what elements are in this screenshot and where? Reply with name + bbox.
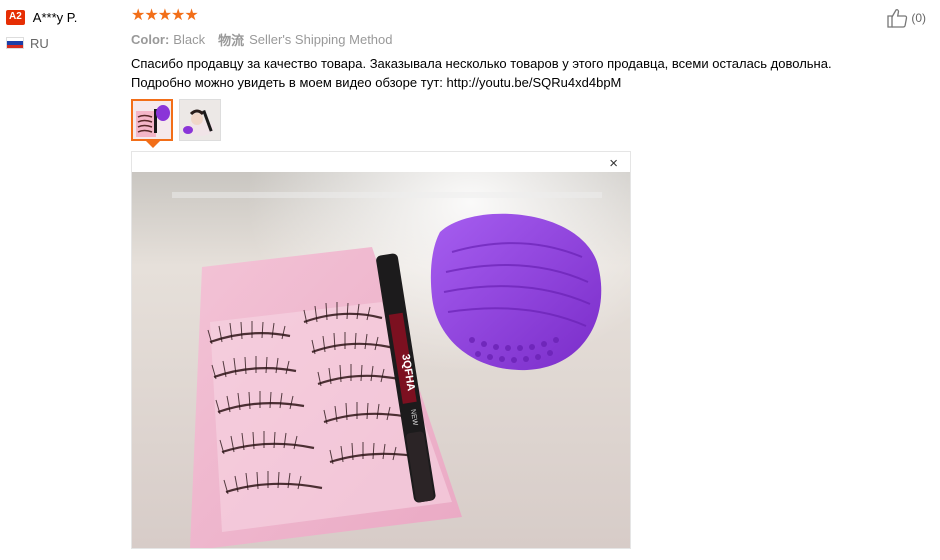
country-code: RU <box>30 35 49 51</box>
star-rating: ★ ★ ★ ★ ★ <box>131 8 891 24</box>
reviewer-info: A2 A***y P. RU <box>6 8 116 51</box>
star-icon: ★ <box>157 7 172 24</box>
selected-thumbnail-indicator <box>146 141 160 148</box>
color-label: Color: <box>131 31 170 47</box>
reviewer-row: A2 A***y P. <box>6 8 116 26</box>
russia-flag-icon <box>6 37 24 49</box>
thumbs-up-icon[interactable] <box>887 8 909 28</box>
order-info: Color: Black 物流 Seller's Shipping Method <box>131 31 891 48</box>
reviewer-country: RU <box>6 35 116 51</box>
color-value: Black <box>173 31 206 47</box>
star-icon: ★ <box>184 7 198 24</box>
buyer-level-badge: A2 <box>6 9 25 25</box>
review-body: ★ ★ ★ ★ ★ Color: Black 物流 Seller's Shipp… <box>131 8 891 92</box>
helpful-button[interactable]: (0) <box>887 8 926 28</box>
star-icon: ★ <box>144 7 158 24</box>
eyelashes-thumbnail[interactable] <box>131 99 173 141</box>
review-text-line-1: Спасибо продавцу за качество товара. Зак… <box>131 56 832 71</box>
helpful-count: (0) <box>911 11 926 25</box>
review-photo: 3QFHA NEW <box>132 172 630 548</box>
eyeliner-thumbnail[interactable] <box>179 99 221 141</box>
review-text-line-2: Подробно можно увидеть в моем видео обзо… <box>131 75 622 90</box>
star-icon: ★ <box>131 7 145 24</box>
shipping-value: Seller's Shipping Method <box>249 31 393 47</box>
photo-thumbnails <box>131 99 227 141</box>
photo-preview: × 3QFHA NEW <box>131 151 631 549</box>
close-icon[interactable]: × <box>609 156 618 172</box>
star-icon: ★ <box>171 7 185 24</box>
review-text: Спасибо продавцу за качество товара. Зак… <box>131 54 891 92</box>
shipping-label: 物流 <box>218 32 245 48</box>
reviewer-name: A***y P. <box>32 9 78 25</box>
